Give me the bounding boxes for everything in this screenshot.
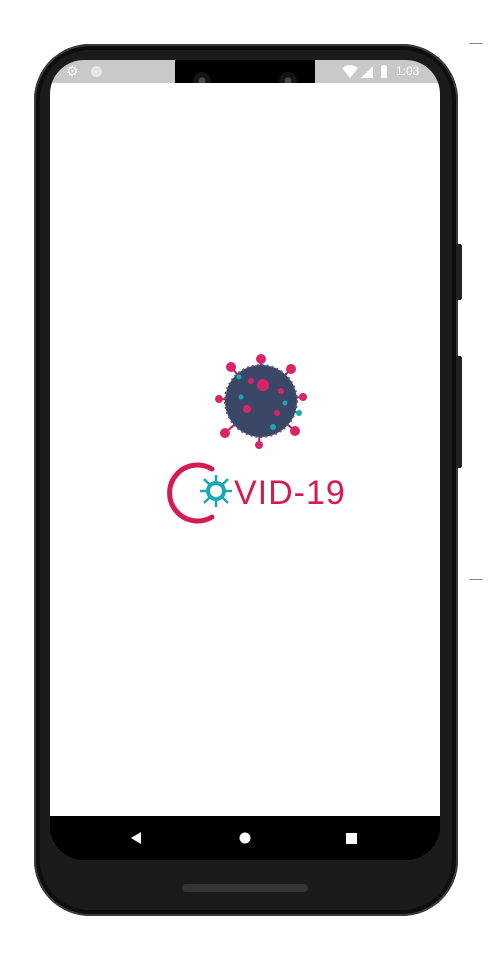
logo-text: VID-19 (234, 474, 346, 512)
splash-screen: VID-19 (50, 83, 440, 816)
settings-icon: ⚙ (66, 63, 79, 79)
logo-virus-o-icon (200, 475, 232, 507)
status-time: 1:03 (396, 64, 420, 78)
notification-dot-icon (91, 66, 102, 77)
navigation-bar (50, 816, 440, 860)
back-icon (131, 832, 141, 844)
signal-icon (361, 66, 373, 78)
power-button (456, 244, 462, 300)
home-icon (239, 832, 251, 844)
battery-icon (381, 65, 387, 78)
recents-button[interactable] (341, 828, 361, 848)
volume-button (456, 356, 462, 468)
home-button[interactable] (235, 828, 255, 848)
device-screen: ⚙ 1:03 VID-19 (50, 60, 440, 860)
frame-mark-bottom (469, 579, 483, 580)
bottom-speaker-grille (182, 884, 308, 892)
wifi-icon (342, 65, 358, 78)
frame-mark-top (469, 43, 483, 44)
back-button[interactable] (126, 828, 146, 848)
coronavirus-illustration (215, 354, 307, 449)
recents-icon (345, 832, 357, 844)
